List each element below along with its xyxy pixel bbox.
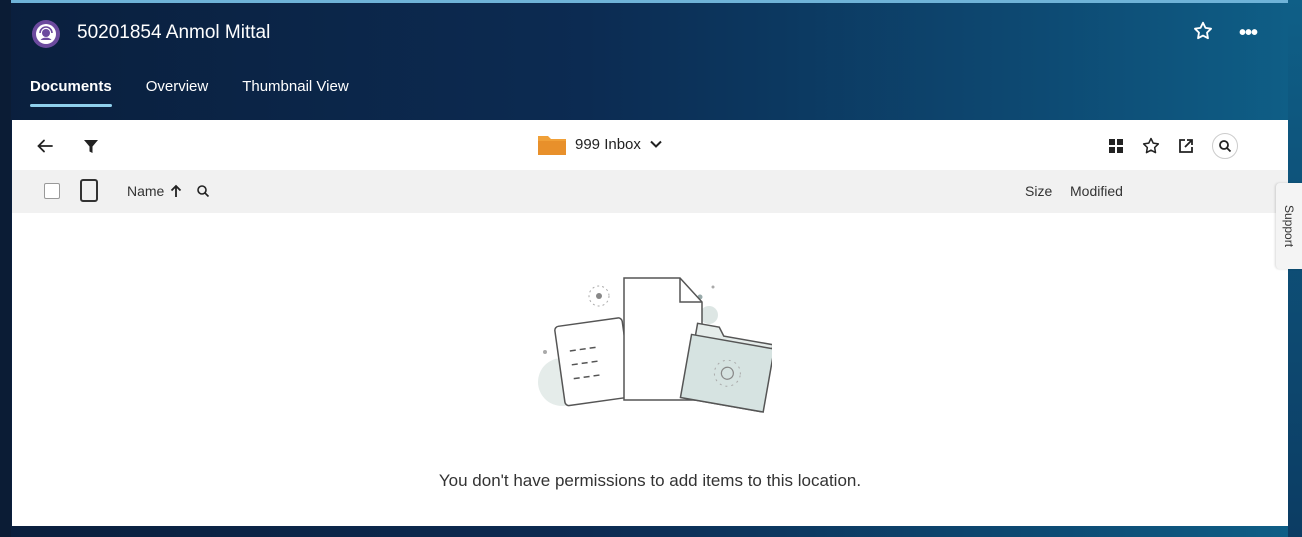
column-header-row: Name Size Modified — [12, 170, 1288, 213]
empty-state-illustration — [532, 270, 776, 420]
empty-state-message: You don't have permissions to add items … — [438, 471, 862, 490]
tab-documents[interactable]: Documents — [30, 78, 112, 107]
folder-selector[interactable]: 999 Inbox — [537, 132, 663, 156]
grid-view-icon[interactable] — [1105, 135, 1127, 157]
chevron-down-icon — [650, 140, 662, 148]
document-panel: 999 Inbox Name Size Modified You don't h… — [12, 120, 1288, 526]
folder-name: 999 Inbox — [575, 135, 641, 153]
search-icon[interactable] — [1212, 133, 1238, 159]
column-search-icon[interactable] — [196, 184, 210, 198]
column-name-label: Name — [127, 183, 165, 199]
arrow-left-icon[interactable] — [34, 135, 56, 157]
star-outline-icon[interactable] — [1192, 20, 1216, 44]
page-header: 50201854 Anmol Mittal ••• Documents Over… — [12, 0, 1288, 118]
column-size-header[interactable]: Size — [1025, 183, 1052, 199]
left-edge — [0, 0, 11, 537]
tab-overview[interactable]: Overview — [146, 78, 209, 107]
browse-toolbar: 999 Inbox — [12, 120, 1288, 170]
document-type-icon — [80, 179, 98, 202]
support-tab[interactable]: Support — [1276, 183, 1302, 269]
open-external-icon[interactable] — [1175, 135, 1197, 157]
column-name-header[interactable]: Name — [127, 183, 210, 199]
column-modified-header[interactable]: Modified — [1070, 183, 1123, 199]
filter-icon[interactable] — [80, 135, 102, 157]
arrow-up-icon — [171, 184, 182, 197]
favorite-star-icon[interactable] — [1140, 135, 1162, 157]
more-options-button[interactable]: ••• — [1239, 22, 1258, 45]
support-label: Support — [1282, 204, 1296, 248]
tab-thumbnail-view[interactable]: Thumbnail View — [242, 78, 348, 107]
page-title: 50201854 Anmol Mittal — [77, 22, 271, 43]
select-all-checkbox[interactable] — [44, 183, 60, 199]
headset-user-icon — [32, 20, 60, 48]
folder-icon — [538, 136, 566, 155]
tab-bar: Documents Overview Thumbnail View — [30, 78, 349, 107]
